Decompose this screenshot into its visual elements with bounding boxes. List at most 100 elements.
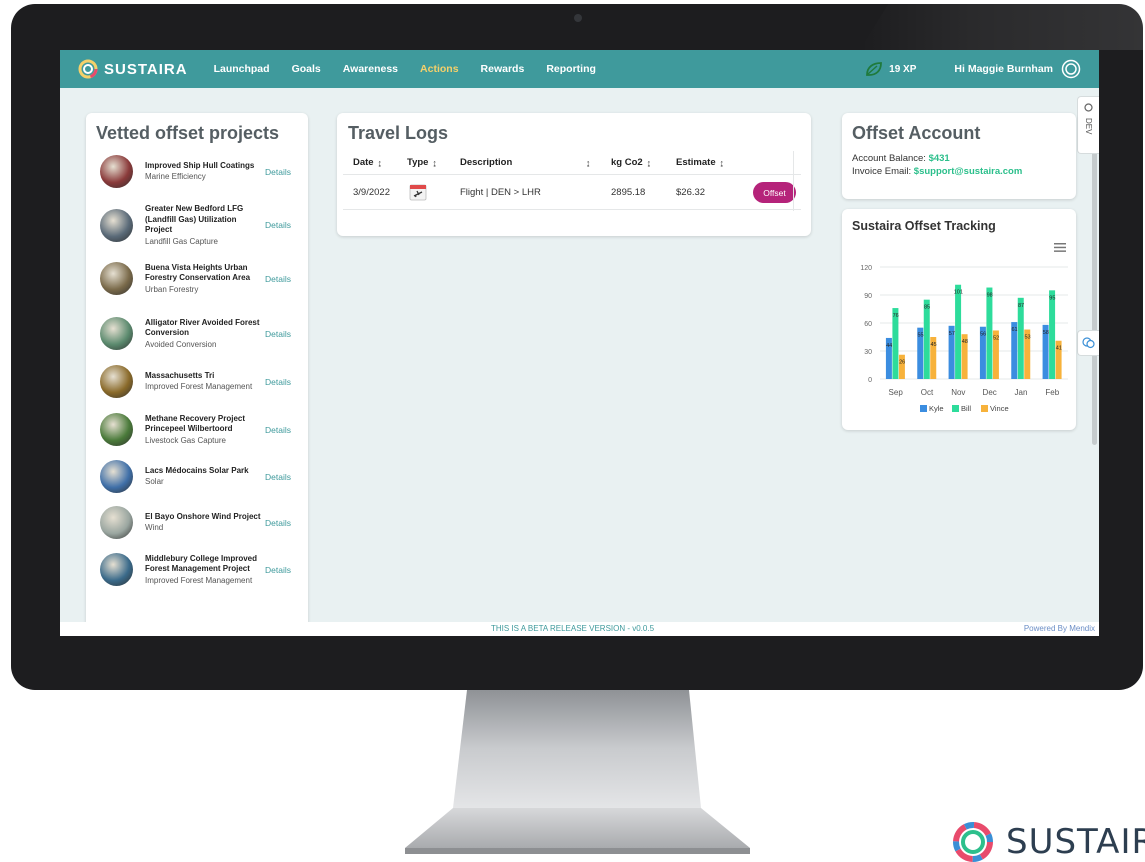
nav-item-launchpad[interactable]: Launchpad (214, 63, 270, 75)
nav-item-goals[interactable]: Goals (292, 63, 321, 75)
project-thumbnail (100, 365, 133, 398)
dev-tab[interactable]: DEV (1077, 96, 1099, 154)
project-name: Greater New Bedford LFG (Landfill Gas) U… (145, 204, 244, 234)
bar-data-label: 101 (954, 290, 963, 296)
bar-data-label: 41 (1056, 346, 1062, 352)
list-item: El Bayo Onshore Wind Project Wind Details (100, 506, 300, 539)
bar-data-label: 53 (1024, 335, 1030, 341)
nav-item-actions[interactable]: Actions (420, 63, 459, 75)
page-scrollbar[interactable] (1092, 105, 1097, 445)
col-type[interactable]: Type ↨ (407, 157, 437, 168)
x-tick-label: Feb (1045, 388, 1059, 397)
dev-settings-icon (1084, 103, 1093, 112)
sort-icon: ↨ (719, 157, 725, 168)
x-tick-label: Nov (951, 388, 965, 397)
project-category: Solar (145, 477, 164, 487)
legend-swatch (920, 405, 927, 412)
project-name: Methane Recovery Project Princepeel Wilb… (145, 413, 246, 434)
account-balance-label: Account Balance: (852, 153, 926, 164)
project-category: Avoided Conversion (145, 339, 217, 349)
details-link[interactable]: Details (265, 565, 291, 575)
nav-item-awareness[interactable]: Awareness (343, 63, 398, 75)
bar-data-label: 76 (893, 313, 899, 319)
offset-tracking-chart: 0 30 60 90 120 44 76 26 Sep 55 85 45 Oct 57 101 48 Nov 56… (860, 265, 1068, 413)
app-screen: SUSTAIRA Launchpad Goals Awareness Actions R… (60, 50, 1099, 636)
legend-swatch (952, 405, 959, 412)
details-link[interactable]: Details (265, 472, 291, 482)
project-thumbnail (100, 317, 133, 350)
project-thumbnail (100, 506, 133, 539)
list-item: Methane Recovery Project Princepeel Wilb… (100, 413, 300, 446)
col-description-sort[interactable]: ↨ (586, 158, 591, 168)
powered-by-link[interactable]: Powered By Mendix (1024, 624, 1095, 633)
row-kg-co2: 2895.18 (611, 186, 646, 198)
project-text: Massachusetts Tri Improved Forest Managem… (145, 371, 263, 393)
details-link[interactable]: Details (265, 377, 291, 387)
dev-tab-label: DEV (1084, 118, 1093, 135)
col-label: Type (407, 157, 429, 168)
project-name: Massachusetts Tri (145, 370, 215, 380)
project-name: Middlebury College Improved Forest Manag… (145, 553, 258, 574)
y-tick-label: 60 (864, 321, 872, 328)
bar-data-label: 98 (987, 293, 993, 299)
table-scrollbar[interactable] (793, 151, 801, 211)
app-logo-text: SUSTAIRA (104, 60, 188, 78)
details-link[interactable]: Details (265, 220, 291, 230)
xp-value: 19 XP (889, 63, 917, 75)
list-item: Greater New Bedford LFG (Landfill Gas) U… (100, 204, 300, 247)
project-category: Improved Forest Management (145, 575, 253, 585)
col-estimate[interactable]: Estimate ↨ (676, 157, 724, 168)
col-description[interactable]: Description (460, 157, 512, 168)
chat-tab[interactable] (1077, 330, 1099, 356)
row-date: 3/9/2022 (353, 186, 390, 198)
monitor-stand (405, 690, 750, 854)
nav-item-reporting[interactable]: Reporting (546, 63, 596, 75)
bezel-highlight (860, 4, 1143, 50)
offset-account-card: Offset Account Account Balance: $431 Inv… (842, 113, 1076, 199)
chat-icon (1082, 337, 1095, 349)
project-name: El Bayo Onshore Wind Project (145, 511, 261, 521)
x-tick-label: Sep (889, 388, 904, 397)
sustaira-logo-icon (953, 822, 993, 862)
row-description: Flight | DEN > LHR (460, 186, 541, 198)
table-row: 3/9/2022 Flight | DEN > LHR 2895.18 $26.… (343, 175, 801, 210)
bar-data-label: 56 (980, 332, 986, 338)
invoice-email-value[interactable]: $support@sustaira.com (914, 166, 1023, 177)
col-kg-co2[interactable]: kg Co2 ↨ (611, 157, 651, 168)
project-text: Middlebury College Improved Forest Manag… (145, 554, 263, 586)
details-link[interactable]: Details (265, 329, 291, 339)
details-link[interactable]: Details (265, 518, 291, 528)
col-label: kg Co2 (611, 157, 643, 168)
xp-indicator[interactable]: 19 XP (865, 61, 916, 77)
project-category: Wind (145, 523, 164, 533)
footer-bar: THIS IS A BETA RELEASE VERSION - v0.0.5 … (60, 622, 1099, 636)
app-logo[interactable]: SUSTAIRA (78, 59, 188, 79)
col-label: Description (460, 157, 513, 168)
bar-data-label: 95 (1049, 295, 1055, 301)
list-item: Massachusetts Tri Improved Forest Managem… (100, 365, 300, 398)
details-link[interactable]: Details (265, 167, 291, 177)
project-text: Greater New Bedford LFG (Landfill Gas) U… (145, 204, 263, 247)
project-category: Urban Forestry (145, 284, 199, 294)
project-thumbnail (100, 155, 133, 188)
nav-item-rewards[interactable]: Rewards (481, 63, 525, 75)
list-item: Lacs Médocains Solar Park Solar Details (100, 460, 300, 493)
col-date[interactable]: Date ↨ (353, 157, 382, 168)
offset-button[interactable]: Offset (753, 182, 796, 203)
project-thumbnail (100, 262, 133, 295)
account-balance: Account Balance: $431 (852, 153, 950, 164)
project-category: Livestock Gas Capture (145, 435, 226, 445)
details-link[interactable]: Details (265, 274, 291, 284)
x-tick-label: Oct (921, 388, 934, 397)
legend-label: Bill (961, 404, 971, 413)
avatar-ring-icon[interactable] (1061, 59, 1081, 79)
list-item: Middlebury College Improved Forest Manag… (100, 553, 300, 586)
project-thumbnail (100, 208, 133, 242)
details-link[interactable]: Details (265, 425, 291, 435)
legend-label: Kyle (929, 404, 944, 413)
sort-icon: ↨ (586, 157, 591, 168)
col-label: Estimate (676, 157, 716, 168)
sort-icon: ↨ (432, 157, 437, 168)
travel-logs-title: Travel Logs (348, 123, 449, 143)
row-estimate: $26.32 (676, 186, 706, 198)
